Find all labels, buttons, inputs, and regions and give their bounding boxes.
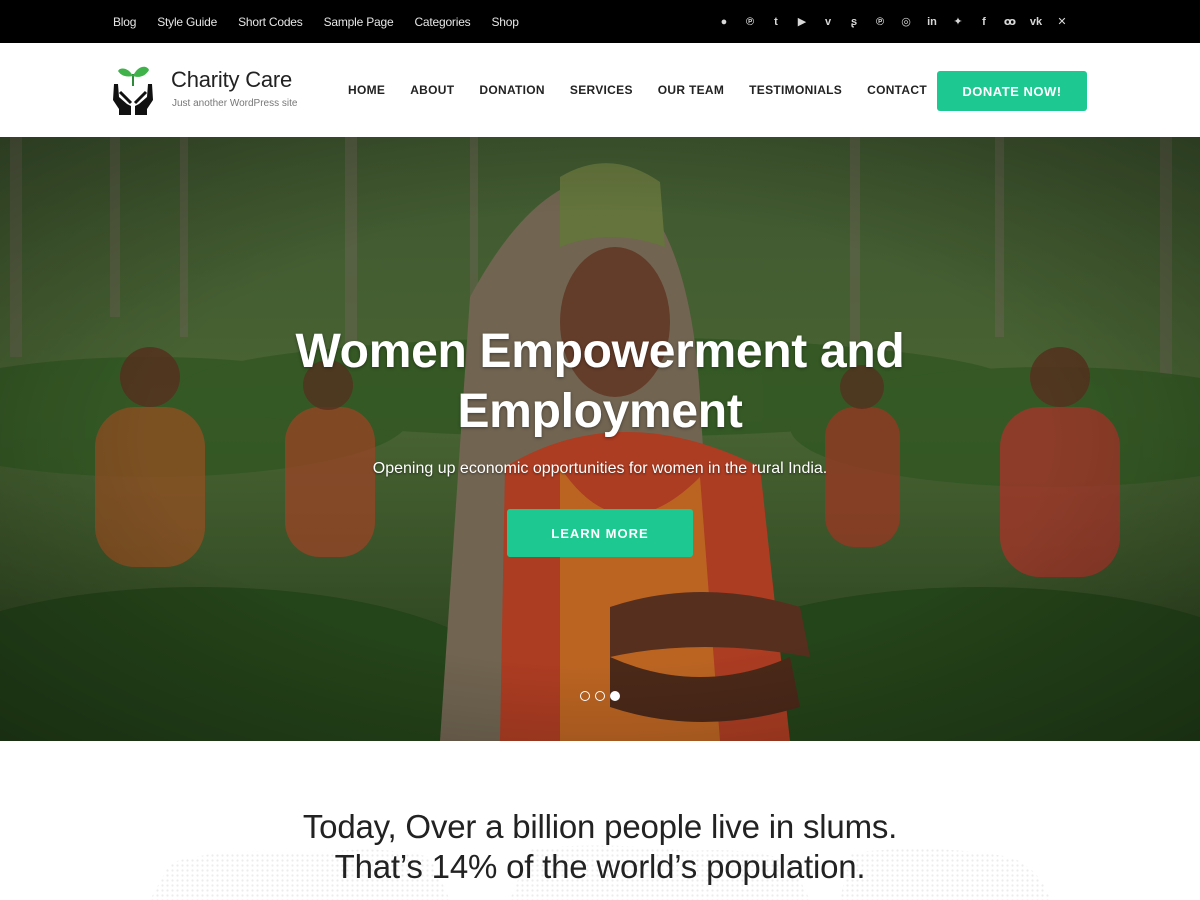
top-nav-sample-page[interactable]: Sample Page (324, 15, 394, 29)
main-nav: HOME ABOUT DONATION SERVICES OUR TEAM TE… (348, 43, 952, 137)
xing-icon[interactable]: ✕ (1049, 15, 1075, 28)
hands-plant-logo-icon[interactable] (112, 62, 154, 116)
linkedin-icon[interactable]: in (919, 16, 945, 28)
facebook-icon[interactable]: f (971, 16, 997, 28)
odnoklassniki-icon[interactable]: ꝏ (997, 15, 1023, 28)
nav-home[interactable]: HOME (348, 83, 385, 97)
nav-our-team[interactable]: OUR TEAM (658, 83, 724, 97)
site-title[interactable]: Charity Care (171, 67, 292, 93)
vk-icon[interactable]: vk (1023, 16, 1049, 28)
nav-testimonials[interactable]: TESTIMONIALS (749, 83, 842, 97)
flickr-icon[interactable]: ● (711, 16, 737, 28)
donate-now-button[interactable]: DONATE NOW! (937, 71, 1087, 111)
instagram-icon[interactable]: ◎ (893, 15, 919, 28)
nav-contact[interactable]: CONTACT (867, 83, 927, 97)
youtube-icon[interactable]: ▶ (789, 15, 815, 28)
twitter-icon[interactable]: ✦ (945, 15, 971, 28)
nav-donation[interactable]: DONATION (479, 83, 545, 97)
slider-dot-1[interactable] (580, 691, 590, 701)
hero-title: Women Empowerment and Employment (295, 325, 905, 438)
top-nav-short-codes[interactable]: Short Codes (238, 15, 303, 29)
stumbleupon-icon[interactable]: ʂ (841, 16, 867, 28)
stats-headline: Today, Over a billion people live in slu… (200, 807, 1000, 887)
site-header: Charity Care Just another WordPress site… (0, 43, 1200, 137)
tumblr-icon[interactable]: t (763, 16, 789, 28)
social-links: ● ℗ t ▶ v ʂ ℗ ◎ in ✦ f ꝏ vk ✕ (711, 0, 1075, 43)
top-nav-shop[interactable]: Shop (491, 15, 518, 29)
nav-services[interactable]: SERVICES (570, 83, 633, 97)
hero-slider: Women Empowerment and Employment Opening… (0, 137, 1200, 741)
stats-line-2: That’s 14% of the world’s population. (334, 848, 866, 885)
site-tagline: Just another WordPress site (172, 98, 298, 109)
learn-more-button[interactable]: LEARN MORE (507, 509, 693, 557)
top-nav-blog[interactable]: Blog (113, 15, 136, 29)
nav-about[interactable]: ABOUT (410, 83, 454, 97)
top-nav-categories[interactable]: Categories (414, 15, 470, 29)
pinterest-alt-icon[interactable]: ℗ (867, 16, 893, 28)
hero-subtitle: Opening up economic opportunities for wo… (372, 460, 828, 477)
top-nav-style-guide[interactable]: Style Guide (157, 15, 217, 29)
top-nav: Blog Style Guide Short Codes Sample Page… (113, 0, 540, 43)
slider-dot-2[interactable] (595, 691, 605, 701)
stats-line-1: Today, Over a billion people live in slu… (302, 808, 898, 845)
stats-section: Today, Over a billion people live in slu… (0, 741, 1200, 900)
pinterest-icon[interactable]: ℗ (737, 16, 763, 28)
vimeo-icon[interactable]: v (815, 16, 841, 28)
slider-dots (580, 691, 625, 701)
top-bar: Blog Style Guide Short Codes Sample Page… (0, 0, 1200, 43)
slider-dot-3[interactable] (610, 691, 620, 701)
